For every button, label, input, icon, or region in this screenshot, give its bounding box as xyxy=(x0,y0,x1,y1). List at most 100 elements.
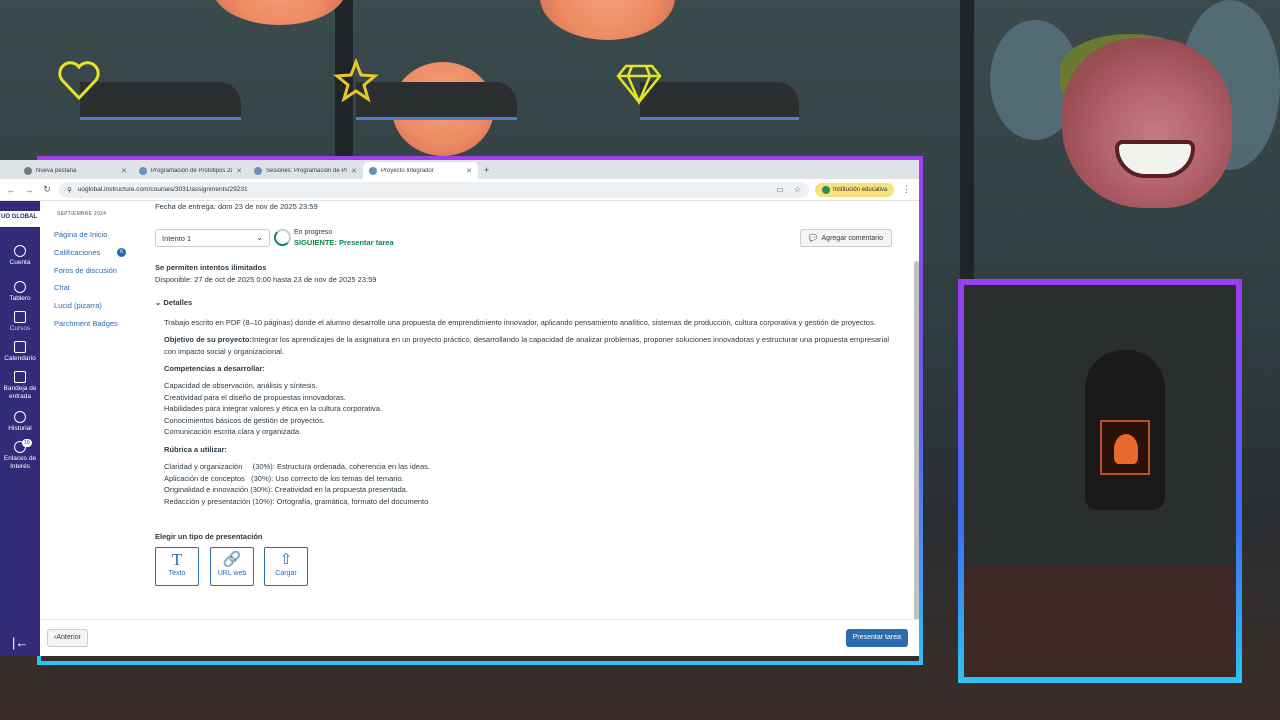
status-text: En progreso xyxy=(294,229,333,236)
forward-arrow-icon[interactable]: → xyxy=(23,185,35,195)
nav-badge: 10 xyxy=(22,439,32,447)
close-tab-icon[interactable]: ✕ xyxy=(121,167,127,175)
nav-bandeja[interactable]: Bandeja de entrada xyxy=(0,371,40,401)
submit-assignment-button[interactable]: Presentar tarea xyxy=(845,629,908,647)
collapse-nav-icon[interactable]: |← xyxy=(12,635,28,650)
assignment-content: Fecha de entrega: dom 23 de nov de 2025 … xyxy=(155,201,900,656)
rubric-item: Originalidad e innovación (30%): Creativ… xyxy=(164,485,408,494)
chevron-down-icon: ⌄ xyxy=(256,233,263,242)
page-footer: ‹Anterior Presentar tarea xyxy=(40,619,919,656)
stove-fire xyxy=(1100,420,1150,475)
course-link-calificaciones[interactable]: Calificaciones xyxy=(54,248,100,257)
hud-bar-star xyxy=(356,82,517,120)
nav-calendario[interactable]: Calendario xyxy=(0,341,40,363)
profile-chip[interactable]: Institución educativa xyxy=(815,182,895,197)
chrome-favicon-icon xyxy=(24,166,32,175)
competencies-heading: Competencias a desarrollar: xyxy=(164,364,265,373)
attempt-select[interactable]: Intento 1 ⌄ xyxy=(155,229,270,247)
grades-badge: 6 xyxy=(117,248,126,257)
submission-text-button[interactable]: T Texto xyxy=(155,547,199,586)
institution-logo[interactable]: UO GLOBAL xyxy=(0,211,40,227)
nav-label: Cursos xyxy=(9,325,31,332)
submission-type-label: URL web xyxy=(217,570,247,577)
back-arrow-icon[interactable]: ← xyxy=(5,185,17,195)
course-link-lucid[interactable]: Lucid (pizarra) xyxy=(54,301,102,310)
nav-cuenta[interactable]: Cuenta xyxy=(0,245,40,267)
courses-icon xyxy=(14,311,26,323)
competency-item: Capacidad de observación, análisis y sín… xyxy=(164,381,318,390)
course-link-chat[interactable]: Chat xyxy=(54,283,70,292)
deck-scene xyxy=(964,565,1236,675)
submission-heading: Elegir un tipo de presentación xyxy=(155,532,263,541)
add-comment-label: Agregar comentario xyxy=(821,234,883,242)
attempt-value: Intento 1 xyxy=(162,234,192,243)
nav-label: Enlaces de Interés xyxy=(3,455,37,470)
nav-historial[interactable]: Historial xyxy=(0,411,40,433)
objective-label: Objetivo de su proyecto: xyxy=(164,335,252,344)
tab-prototipos[interactable]: Programación de Prototipos 2D ✕ xyxy=(133,162,248,179)
add-comment-button[interactable]: 💬 Agregar comentario xyxy=(799,229,892,247)
close-tab-icon[interactable]: ✕ xyxy=(236,167,242,175)
diamond-icon xyxy=(616,64,662,106)
tab-title: Nueva pestaña xyxy=(36,167,77,174)
submission-url-button[interactable]: 🔗 URL web xyxy=(210,547,254,586)
details-toggle[interactable]: ⌄ Detalles xyxy=(155,298,192,307)
nav-label: Historial xyxy=(8,425,32,432)
course-link-parchment[interactable]: Parchment Badges xyxy=(54,319,118,328)
tab-title: Programación de Prototipos 2D xyxy=(151,167,233,174)
term-label: SEPTIEMBRE 2024 xyxy=(57,211,107,217)
heart-icon xyxy=(58,61,100,101)
page-scrollbar[interactable] xyxy=(914,261,919,621)
close-tab-icon[interactable]: ✕ xyxy=(351,167,357,175)
tab-sesiones[interactable]: Sesiones: Programación de Pro ✕ xyxy=(248,162,363,179)
course-link-inicio[interactable]: Página de Inicio xyxy=(54,230,107,239)
address-bar[interactable]: ⚲ uoglobal.instructure.com/courses/3031/… xyxy=(59,181,809,198)
nav-tablero[interactable]: Tablero xyxy=(0,281,40,303)
attempts-heading: Se permiten intentos ilimitados xyxy=(155,263,267,272)
tab-proyecto-integrador[interactable]: Proyecto Integrador ✕ xyxy=(363,162,478,179)
rubric-item: Redacción y presentación (10%): Ortograf… xyxy=(164,497,429,506)
hud-bar-health xyxy=(80,82,241,120)
profile-avatar xyxy=(822,185,830,194)
canvas-favicon-icon xyxy=(369,166,377,175)
new-tab-button[interactable]: + xyxy=(478,162,495,179)
canvas-favicon-icon xyxy=(254,166,262,175)
objective-text-cont: con impacto social y organizacional. xyxy=(164,347,285,356)
cast-icon[interactable]: ▭ xyxy=(776,185,784,194)
tab-title: Sesiones: Programación de Pro xyxy=(266,167,348,174)
reload-icon[interactable]: ↻ xyxy=(41,184,53,195)
previous-button[interactable]: ‹Anterior xyxy=(47,629,88,647)
course-link-foros[interactable]: Foros de discusión xyxy=(54,266,117,275)
nav-label: Tablero xyxy=(9,295,31,302)
submission-upload-button[interactable]: ⇧ Cargar xyxy=(264,547,308,586)
bookmark-star-icon[interactable]: ☆ xyxy=(794,185,801,194)
browser-toolbar: ← → ↻ ⚲ uoglobal.instructure.com/courses… xyxy=(0,179,919,201)
close-tab-icon[interactable]: ✕ xyxy=(466,167,472,175)
dashboard-icon xyxy=(14,281,26,293)
facecam-cutout xyxy=(1062,38,1232,208)
rubric-heading: Rúbrica a utilizar: xyxy=(164,445,227,454)
canvas-favicon-icon xyxy=(139,166,147,175)
browser-window: Nueva pestaña ✕ Programación de Prototip… xyxy=(0,160,919,656)
nav-cursos[interactable]: Cursos xyxy=(0,311,40,333)
menu-kebab-icon[interactable]: ⋮ xyxy=(900,184,912,195)
competency-item: Conocimientos básicos de gestión de proy… xyxy=(164,416,325,425)
objective-text: Integrar los aprendizajes de la asignatu… xyxy=(252,335,890,344)
tab-title: Proyecto Integrador xyxy=(381,167,434,174)
due-date: Fecha de entrega: dom 23 de nov de 2025 … xyxy=(155,202,318,211)
nav-enlaces[interactable]: 10 Enlaces de Interés xyxy=(0,439,40,471)
hud-bar-gem xyxy=(640,82,799,120)
description-text: Trabajo escrito en PDF (8–10 páginas) do… xyxy=(164,318,876,327)
submission-type-label: Texto xyxy=(168,570,186,577)
history-icon xyxy=(14,411,26,423)
link-icon: 🔗 xyxy=(222,551,242,568)
calendar-icon xyxy=(14,341,26,353)
site-info-icon[interactable]: ⚲ xyxy=(67,186,72,194)
competency-item: Habilidades para integrar valores y étic… xyxy=(164,404,383,413)
competency-item: Creatividad para el diseño de propuestas… xyxy=(164,393,346,402)
tab-new-tab[interactable]: Nueva pestaña ✕ xyxy=(18,162,133,179)
submission-type-label: Cargar xyxy=(275,570,297,577)
profile-label: Institución educativa xyxy=(833,186,888,193)
nav-label: Cuenta xyxy=(9,259,31,266)
text-icon: T xyxy=(171,550,183,569)
